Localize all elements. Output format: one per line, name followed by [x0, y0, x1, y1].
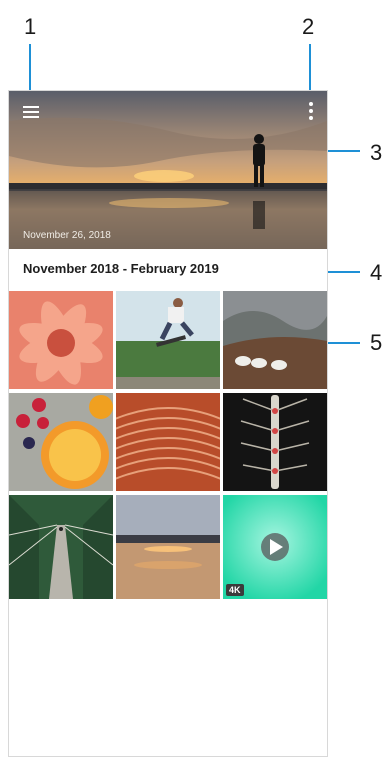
callout-number-1: 1 [24, 14, 37, 39]
hamburger-menu-icon[interactable] [21, 101, 43, 123]
thumbnail-rope-bridge[interactable] [9, 495, 113, 599]
thumbnail-rowing-boat[interactable] [223, 393, 327, 491]
thumbnail-sheep-in-hills[interactable] [223, 291, 327, 389]
thumbnail-sunset-lake[interactable] [116, 495, 220, 599]
phone-screen: November 26, 2018 November 2018 - Februa… [8, 90, 328, 757]
callout-number-4: 4 [370, 260, 383, 285]
callout-number-2: 2 [302, 14, 315, 39]
hero-date-label: November 26, 2018 [23, 230, 111, 241]
hero-image[interactable]: November 26, 2018 [9, 91, 327, 249]
callout-number-5: 5 [370, 330, 383, 355]
more-vertical-icon[interactable] [303, 99, 319, 123]
4k-badge: 4K [226, 584, 244, 596]
thumbnail-flower[interactable] [9, 291, 113, 389]
thumbnail-skateboarder[interactable] [116, 291, 220, 389]
date-range-title: November 2018 - February 2019 [23, 261, 219, 276]
callout-number-3: 3 [370, 140, 383, 165]
thumbnail-basket-weave[interactable] [116, 393, 220, 491]
thumbnail-video[interactable]: 4K [223, 495, 327, 599]
thumbnail-fruit[interactable] [9, 393, 113, 491]
